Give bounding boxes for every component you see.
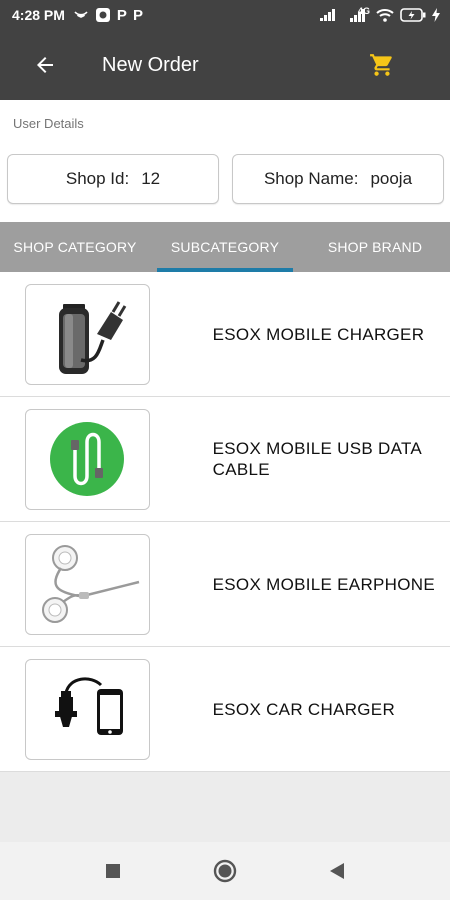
list-item[interactable]: ESOX MOBILE USB DATA CABLE	[0, 397, 450, 522]
wifi-icon	[376, 8, 394, 22]
app-badge-icon-2: P	[132, 6, 143, 24]
signal-icon	[319, 9, 338, 21]
shopping-cart-icon	[370, 54, 392, 76]
home-button[interactable]	[207, 853, 243, 889]
circle-icon	[213, 859, 237, 883]
category-tabs: SHOP CATEGORY SUBCATEGORY SHOP BRAND	[0, 222, 450, 272]
system-nav-bar	[0, 842, 450, 900]
page-title: New Order	[102, 53, 199, 76]
tab-subcategory[interactable]: SUBCATEGORY	[150, 222, 300, 272]
hotspot-icon	[73, 8, 89, 22]
usb-cable-icon	[50, 422, 125, 496]
status-time: 4:28 PM	[12, 7, 65, 23]
shop-name-value: pooja	[370, 169, 413, 188]
product-list: ESOX MOBILE CHARGER ESOX MOBILE USB DATA…	[0, 272, 450, 772]
square-icon	[106, 864, 120, 878]
status-bar: 4:28 PM P P 4G	[0, 0, 450, 30]
shop-name-label: Shop Name:	[263, 169, 359, 188]
product-name: ESOX MOBILE EARPHONE	[212, 574, 435, 594]
earphone-icon	[42, 545, 140, 623]
arrow-left-icon	[37, 57, 53, 73]
list-item[interactable]: ESOX MOBILE EARPHONE	[0, 522, 450, 647]
product-name: ESOX MOBILE CHARGER	[212, 324, 425, 344]
list-item[interactable]: ESOX MOBILE CHARGER	[0, 272, 450, 397]
camera-app-icon	[95, 7, 111, 23]
back-button[interactable]	[22, 42, 68, 88]
shop-id-box: Shop Id: 12	[7, 154, 219, 204]
product-thumbnail	[25, 408, 150, 510]
product-thumbnail	[25, 283, 150, 385]
tab-shop-category[interactable]: SHOP CATEGORY	[0, 222, 150, 272]
shop-id-label: Shop Id:	[65, 169, 130, 188]
back-nav-button[interactable]	[319, 853, 355, 889]
tab-shop-brand[interactable]: SHOP BRAND	[300, 222, 450, 272]
car-charger-icon	[55, 677, 124, 735]
shop-name-box: Shop Name: pooja	[232, 154, 444, 204]
charger-icon	[59, 301, 127, 374]
product-thumbnail	[25, 658, 150, 760]
shop-id-value: 12	[141, 169, 161, 188]
charging-bolt-icon	[432, 8, 440, 22]
product-name: ESOX MOBILE USB DATA CABLE	[212, 439, 422, 479]
battery-icon	[400, 8, 426, 22]
product-thumbnail	[25, 533, 150, 635]
recents-button[interactable]	[95, 853, 131, 889]
cart-button[interactable]	[359, 42, 405, 88]
list-item[interactable]: ESOX CAR CHARGER	[0, 647, 450, 772]
product-name: ESOX CAR CHARGER	[212, 699, 396, 719]
app-bar: New Order	[0, 30, 450, 100]
shop-info-row: Shop Id: 12 Shop Name: pooja	[0, 146, 450, 222]
triangle-back-icon	[330, 863, 344, 879]
app-badge-icon-1: P	[116, 6, 127, 24]
network-type-label: 4G	[357, 6, 370, 16]
user-details-label: User Details	[0, 100, 450, 146]
